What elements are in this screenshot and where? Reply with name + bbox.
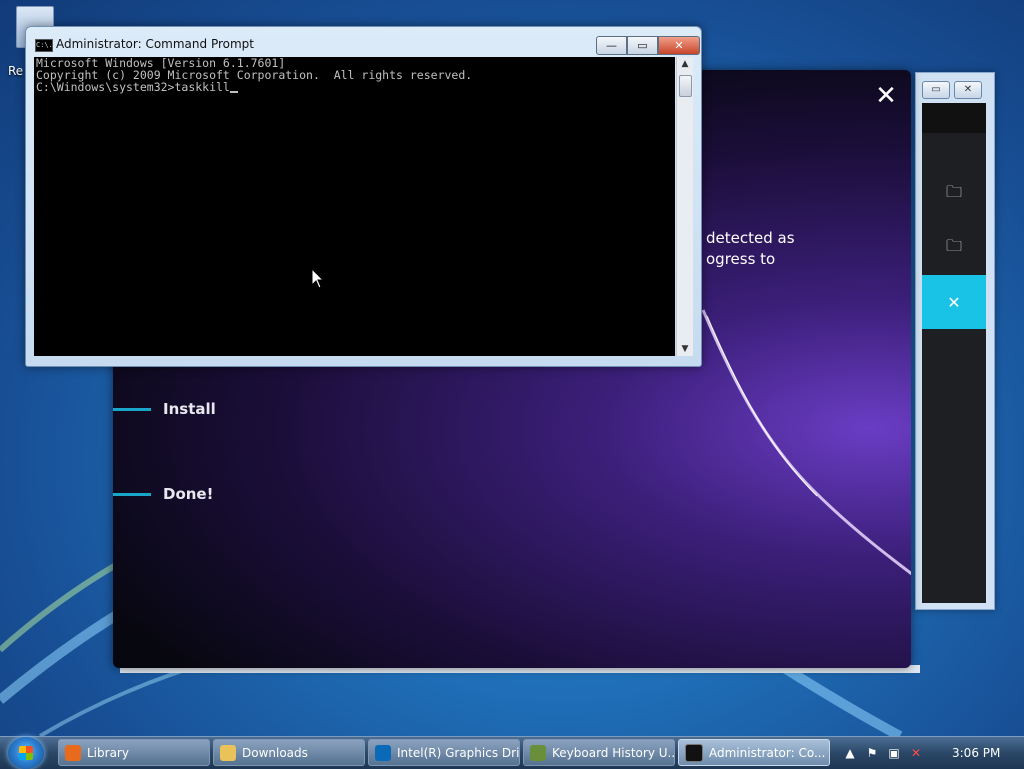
task-label: Keyboard History U... [552, 745, 675, 760]
task-label: Administrator: Co... [709, 745, 826, 760]
windows-logo-icon [19, 746, 33, 760]
action-center-flag-icon[interactable]: ⚑ [864, 745, 880, 761]
taskbar-item-downloads[interactable]: Downloads [213, 739, 365, 766]
cmd-icon [685, 743, 703, 762]
taskbar-item-command-prompt[interactable]: Administrator: Co... [678, 739, 830, 766]
keyboard-history-icon [530, 744, 546, 761]
vertical-scrollbar[interactable]: ▲ ▼ [676, 57, 693, 356]
recycle-bin-label: Re [8, 64, 24, 78]
start-button[interactable] [8, 737, 44, 769]
taskbar-item-intel-graphics[interactable]: Intel(R) Graphics Dri... [368, 739, 520, 766]
close-button[interactable]: ✕ [954, 81, 982, 99]
command-prompt-window[interactable]: C:\. Administrator: Command Prompt — ▭ ✕… [25, 26, 702, 367]
firefox-icon [65, 744, 81, 761]
step-indicator-line [113, 407, 151, 411]
step-install: Install [113, 400, 216, 418]
close-icon: ✕ [947, 292, 961, 312]
step-label: Install [163, 400, 216, 418]
mouse-pointer-icon [311, 268, 325, 289]
scroll-down-arrow-icon[interactable]: ▼ [677, 342, 693, 356]
minimize-button[interactable]: — [596, 36, 627, 55]
caption-buttons: ▭ ✕ [922, 81, 982, 99]
text-cursor [229, 91, 238, 93]
light-streak [701, 309, 911, 576]
task-label: Library [87, 745, 129, 760]
side-panel: 🗀 🗀 ✕ [922, 103, 986, 603]
folder-icon [220, 744, 236, 761]
folder-icon: 🗀 [945, 181, 962, 201]
close-panel-button[interactable]: ✕ [922, 275, 986, 329]
intel-icon [375, 744, 391, 761]
step-indicator-line [113, 492, 151, 496]
message-line-1: detected as [706, 229, 795, 247]
step-label: Done! [163, 485, 214, 503]
scroll-up-arrow-icon[interactable]: ▲ [677, 57, 693, 71]
close-button[interactable]: ✕ [658, 36, 700, 55]
task-label: Downloads [242, 745, 308, 760]
volume-muted-icon[interactable]: ✕ [908, 745, 924, 761]
taskbar-item-library[interactable]: Library [58, 739, 210, 766]
cmd-icon: C:\. [35, 39, 53, 52]
window-controls: — ▭ ✕ [596, 36, 700, 55]
background-window[interactable]: ▭ ✕ 🗀 🗀 ✕ [915, 72, 995, 610]
step-done: Done! [113, 485, 213, 503]
installer-close-button[interactable]: ✕ [873, 83, 899, 109]
console-output[interactable]: Microsoft Windows [Version 6.1.7601] Cop… [34, 57, 675, 356]
folder-icon: 🗀 [945, 235, 962, 255]
maximize-button[interactable]: ▭ [922, 81, 950, 99]
panel-header [922, 103, 986, 133]
network-icon[interactable]: ▣ [886, 745, 902, 761]
prompt-text: C:\Windows\system32>taskkill [36, 80, 230, 94]
console-prompt-line[interactable]: C:\Windows\system32>taskkill [34, 81, 675, 93]
cmd-titlebar[interactable]: C:\. Administrator: Command Prompt — ▭ ✕ [26, 27, 701, 57]
show-hidden-icons-arrow-icon[interactable]: ▲ [842, 745, 858, 761]
installer-message: detected as ogress to [706, 228, 795, 270]
folder-button-2[interactable]: 🗀 [922, 221, 986, 275]
clock[interactable]: 3:06 PM [952, 746, 1000, 760]
message-line-2: ogress to [706, 250, 776, 268]
taskbar-buttons: Library Downloads Intel(R) Graphics Dri.… [58, 739, 830, 766]
taskbar: Library Downloads Intel(R) Graphics Dri.… [0, 736, 1024, 769]
system-tray: ▲ ⚑ ▣ ✕ 3:06 PM [842, 737, 1024, 769]
scroll-thumb[interactable] [679, 75, 692, 97]
task-label: Intel(R) Graphics Dri... [397, 745, 520, 760]
taskbar-item-keyboard-history[interactable]: Keyboard History U... [523, 739, 675, 766]
window-title: Administrator: Command Prompt [56, 37, 254, 51]
folder-button-1[interactable]: 🗀 [922, 167, 986, 221]
maximize-button[interactable]: ▭ [627, 36, 658, 55]
